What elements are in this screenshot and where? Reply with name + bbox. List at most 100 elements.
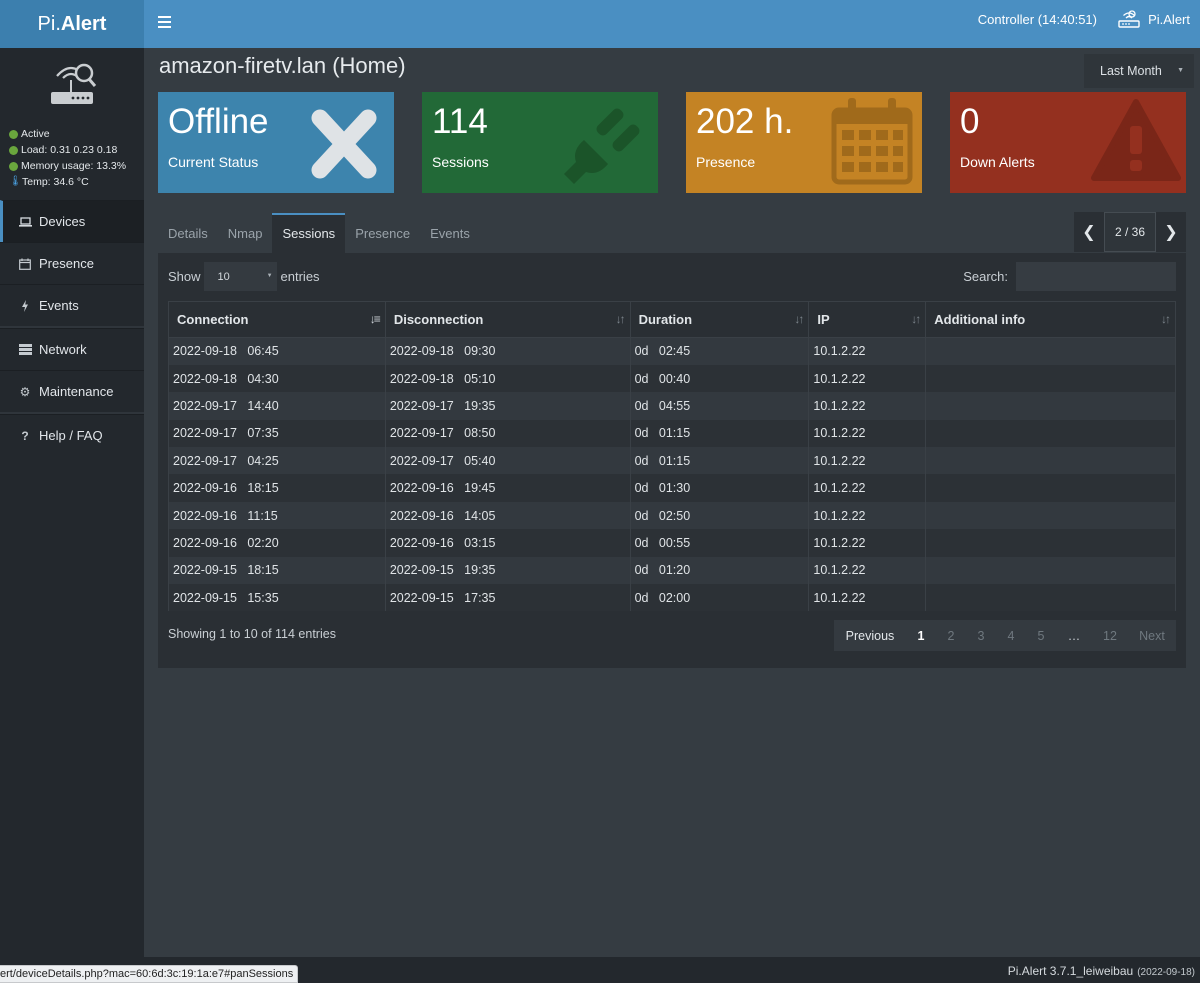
cell-duration: 0d 00:40 <box>629 364 810 393</box>
table-info: Showing 1 to 10 of 114 entries <box>168 627 336 641</box>
sort-icon: ↓↑ <box>911 312 921 326</box>
column-header-duration[interactable]: Duration ↓↑ <box>629 301 810 338</box>
presence-value: 202 h. <box>696 102 794 141</box>
cell-ip: 10.1.2.22 <box>808 337 927 365</box>
cell-duration: 0d 02:00 <box>629 584 810 612</box>
pagination-next-button[interactable]: Next <box>1128 629 1176 643</box>
search-input[interactable] <box>1016 262 1176 291</box>
sidebar-nav: Devices Presence Events Network ⚙ Mainte… <box>0 200 144 456</box>
show-label: Show <box>168 269 201 284</box>
column-label: Additional info <box>934 312 1026 327</box>
cell-additional-info <box>925 584 1176 612</box>
cell-additional-info <box>925 556 1176 585</box>
previous-device-button[interactable]: ❮ <box>1074 212 1104 252</box>
sidebar-item-label: Presence <box>39 256 94 271</box>
tab-presence[interactable]: Presence <box>345 213 420 253</box>
column-header-connection[interactable]: Connection ↓≡ <box>168 301 386 338</box>
sort-icon: ↓↑ <box>615 312 626 326</box>
column-header-additional-info[interactable]: Additional info ↓↑ <box>925 301 1176 338</box>
pagination-page-3[interactable]: 3 <box>966 629 996 643</box>
period-select-value: Last Month <box>1100 64 1162 78</box>
table-search: Search: <box>963 262 1176 291</box>
sidebar-item-network[interactable]: Network <box>0 328 144 370</box>
down-alerts-label: Down Alerts <box>960 154 1035 170</box>
tab-nmap[interactable]: Nmap <box>218 213 273 253</box>
cell-duration: 0d 04:55 <box>629 392 810 420</box>
status-url-tooltip: ert/deviceDetails.php?mac=60:6d:3c:19:1a… <box>0 965 299 983</box>
entries-label: entries <box>280 269 320 284</box>
cell-connection: 2022-09-17 04:25 <box>168 447 386 475</box>
column-header-ip[interactable]: IP ↓↑ <box>808 301 927 338</box>
next-device-button[interactable]: ❯ <box>1156 212 1186 252</box>
cell-disconnection: 2022-09-15 17:35 <box>384 584 631 612</box>
status-box[interactable]: Offline Current Status <box>158 92 394 193</box>
sessions-box[interactable]: 114 Sessions <box>422 92 658 193</box>
sidebar-item-help[interactable]: ? Help / FAQ <box>0 414 144 456</box>
version-date: (2022-09-18) <box>1137 967 1195 978</box>
tab-details[interactable]: Details <box>158 213 218 253</box>
pagination-page-12[interactable]: 12 <box>1092 629 1128 643</box>
status-value: Offline <box>168 102 269 141</box>
sidebar-item-events[interactable]: Events <box>0 284 144 326</box>
cell-connection: 2022-09-16 11:15 <box>168 501 386 530</box>
laptop-icon <box>18 216 32 227</box>
app-logo[interactable]: Pi. Alert <box>0 0 144 48</box>
cell-disconnection: 2022-09-16 19:45 <box>384 474 631 502</box>
tab-events[interactable]: Events <box>420 213 480 253</box>
sidebar-item-presence[interactable]: Presence <box>0 242 144 284</box>
sidebar-item-maintenance[interactable]: ⚙ Maintenance <box>0 370 144 412</box>
table-row: 2022-09-16 18:15 2022-09-16 19:45 0d 01:30… <box>168 474 1176 502</box>
pagination: Previous 1 2 3 4 5 … 12 Next <box>834 620 1176 651</box>
column-label: Connection <box>177 312 249 327</box>
cell-disconnection: 2022-09-17 05:40 <box>384 447 631 475</box>
chevron-left-icon: ❮ <box>1082 224 1096 241</box>
cell-additional-info <box>925 501 1176 530</box>
status-dot-icon <box>9 161 18 171</box>
status-dot-icon <box>9 129 18 139</box>
cell-disconnection: 2022-09-15 19:35 <box>384 556 631 585</box>
cell-additional-info <box>925 529 1176 557</box>
period-select[interactable]: Last Month ▼ <box>1084 54 1194 88</box>
sort-icon: ↓↑ <box>794 312 804 326</box>
down-alerts-box[interactable]: 0 Down Alerts <box>950 92 1186 193</box>
pagination-page-5[interactable]: 5 <box>1026 629 1056 643</box>
cell-disconnection: 2022-09-17 08:50 <box>384 419 631 448</box>
sidebar-item-label: Network <box>39 342 87 357</box>
sidebar: Active Load: 0.31 0.23 0.18 Memory usage… <box>0 48 144 983</box>
cell-additional-info <box>925 447 1176 475</box>
logo-bold: Alert <box>60 12 107 35</box>
cell-additional-info <box>925 364 1176 393</box>
question-icon: ? <box>21 428 29 443</box>
presence-box[interactable]: 202 h. Presence <box>686 92 922 193</box>
table-row: 2022-09-16 02:20 2022-09-16 03:15 0d 00:55… <box>168 529 1176 557</box>
warning-icon <box>1091 99 1181 181</box>
user-menu[interactable]: Pi.Alert <box>1118 10 1190 28</box>
sidebar-item-devices[interactable]: Devices <box>0 200 144 242</box>
cell-duration: 0d 01:30 <box>629 474 810 502</box>
pagination-page-4[interactable]: 4 <box>996 629 1026 643</box>
pagination-page-1[interactable]: 1 <box>906 629 936 643</box>
pagination-page-2[interactable]: 2 <box>936 629 966 643</box>
cell-disconnection: 2022-09-17 19:35 <box>384 392 631 420</box>
status-label: Current Status <box>168 154 259 170</box>
device-navigator: ❮ 2 / 36 ❯ <box>1074 212 1186 252</box>
page-length-select[interactable]: 10 ▼ <box>203 262 277 291</box>
tab-sessions[interactable]: Sessions <box>272 213 346 253</box>
footer: Pi.Alert 3.7.1_leiweibau (2022-09-18) <box>144 957 1200 983</box>
version-label: Pi.Alert 3.7.1_leiweibau <box>1007 964 1134 978</box>
cell-duration: 0d 02:45 <box>629 337 810 365</box>
column-header-disconnection[interactable]: Disconnection ↓↑ <box>384 301 631 338</box>
pagination-previous-button[interactable]: Previous <box>834 629 906 643</box>
table-row: 2022-09-15 15:35 2022-09-15 17:35 0d 02:00… <box>168 584 1176 612</box>
table-row: 2022-09-17 14:40 2022-09-17 19:35 0d 04:55… <box>168 392 1176 420</box>
down-alerts-value: 0 <box>960 102 980 141</box>
cell-ip: 10.1.2.22 <box>808 529 927 557</box>
gear-icon: ⚙ <box>19 384 31 399</box>
status-memory: Memory usage: 13.3% <box>21 160 127 172</box>
user-name: Pi.Alert <box>1148 11 1190 27</box>
menu-toggle-icon[interactable] <box>158 16 171 28</box>
cell-ip: 10.1.2.22 <box>808 584 927 612</box>
cell-ip: 10.1.2.22 <box>808 392 927 420</box>
calendar-icon <box>18 258 32 270</box>
sessions-table: Connection ↓≡ Disconnection ↓↑ Duration ↓↑ … <box>168 301 1176 612</box>
